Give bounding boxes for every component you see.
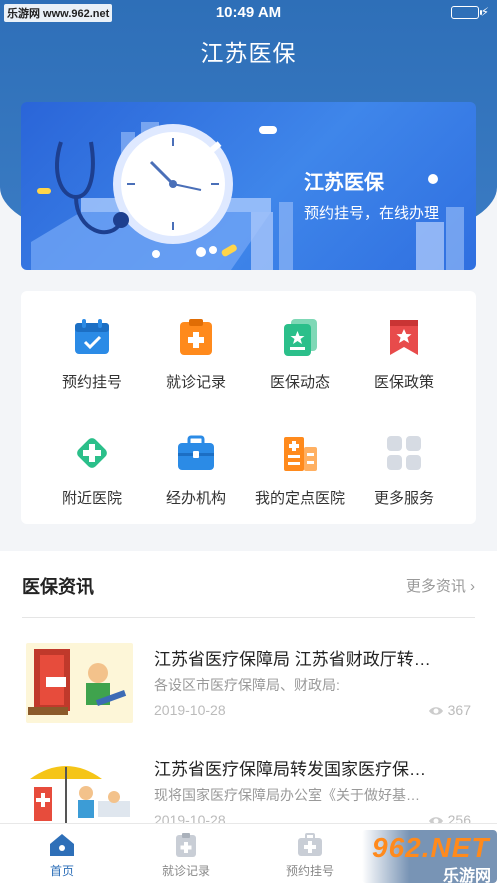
- calendar-check-icon: [75, 319, 109, 354]
- home-icon: [50, 834, 74, 856]
- service-label: 医保动态: [269, 374, 330, 391]
- news-summary: 现将国家医疗保障局办公室《关于做好基…: [154, 787, 420, 803]
- service-insurance-policy[interactable]: 医保政策: [347, 317, 461, 392]
- service-label: 就诊记录: [165, 374, 226, 391]
- news-title: 江苏省医疗保障局转发国家医疗保…: [154, 760, 426, 779]
- medical-kit-icon: [298, 833, 322, 856]
- divider: [22, 617, 475, 618]
- service-nearby-hospitals[interactable]: 附近医院: [35, 433, 149, 508]
- promo-banner[interactable]: 江苏医保 预约挂号，在线办理: [21, 102, 476, 270]
- news-summary: 各设区市医疗保障局、财政局:: [154, 677, 340, 693]
- toolbox-icon: [178, 435, 214, 470]
- grid-icon: [387, 436, 421, 470]
- news-views: 367: [428, 702, 471, 718]
- service-label: 医保政策: [373, 374, 434, 391]
- tab-visit-records[interactable]: 就诊记录: [124, 832, 248, 879]
- service-visit-records[interactable]: 就诊记录: [139, 317, 253, 392]
- service-label: 预约挂号: [61, 374, 122, 391]
- news-title: 江苏省医疗保障局 江苏省财政厅转…: [154, 650, 431, 669]
- news-heading: 医保资讯: [22, 577, 94, 597]
- chevron-right-icon: ›: [470, 578, 475, 595]
- news-date: 2019-10-28: [154, 702, 226, 718]
- tab-appointment[interactable]: 预约挂号: [248, 832, 372, 879]
- service-more[interactable]: 更多服务: [347, 433, 461, 508]
- charging-icon: ⚡: [480, 5, 489, 19]
- more-news-link[interactable]: 更多资讯 ›: [406, 575, 475, 596]
- tab-label: 就诊记录: [161, 864, 210, 878]
- tab-home[interactable]: 首页: [0, 832, 124, 879]
- bookmark-star-icon: [390, 320, 418, 355]
- news-item[interactable]: 江苏省医疗保障局 江苏省财政厅转… 各设区市医疗保障局、财政局: 2019-10…: [22, 639, 477, 729]
- clipboard-plus-icon: [176, 833, 196, 857]
- service-appointment[interactable]: 预约挂号: [35, 317, 149, 392]
- eye-icon: [428, 707, 443, 715]
- service-label: 我的定点医院: [254, 490, 345, 507]
- services-grid: 预约挂号 就诊记录 医保动态 医保政策 附近医院 经办机构 我的定点医院 更多服…: [21, 291, 476, 524]
- document-star-icon: [284, 319, 317, 356]
- tab-label: 首页: [49, 864, 74, 878]
- brand-logo-text: 962.NET: [372, 832, 490, 863]
- clipboard-plus-icon: [180, 319, 212, 355]
- news-thumbnail: [26, 753, 133, 833]
- brand-logo-subtext: 乐游网: [442, 868, 491, 883]
- banner-subtitle: 预约挂号，在线办理: [304, 205, 440, 222]
- status-time: 10:49 AM: [215, 4, 282, 21]
- news-view-count: 367: [447, 702, 471, 718]
- service-label: 经办机构: [165, 490, 226, 507]
- banner-illustration: [31, 122, 464, 270]
- status-bar: 乐游网 www.962.net 10:49 AM ⚡: [0, 0, 497, 26]
- service-agencies[interactable]: 经办机构: [139, 433, 253, 508]
- service-label: 更多服务: [373, 490, 434, 507]
- battery-icon: [451, 6, 482, 19]
- tab-label: 预约挂号: [285, 864, 334, 878]
- service-label: 附近医院: [61, 490, 122, 507]
- banner-title: 江苏医保: [304, 172, 384, 194]
- medical-cross-icon: [77, 438, 107, 468]
- service-insurance-news[interactable]: 医保动态: [243, 317, 357, 392]
- hospital-building-icon: [284, 437, 317, 471]
- service-designated-hospital[interactable]: 我的定点医院: [243, 433, 357, 508]
- page-title: 江苏医保: [200, 40, 297, 66]
- site-brand-watermark: 962.NET 乐游网: [362, 830, 497, 883]
- news-thumbnail: [26, 643, 133, 723]
- more-news-label: 更多资讯: [405, 578, 466, 595]
